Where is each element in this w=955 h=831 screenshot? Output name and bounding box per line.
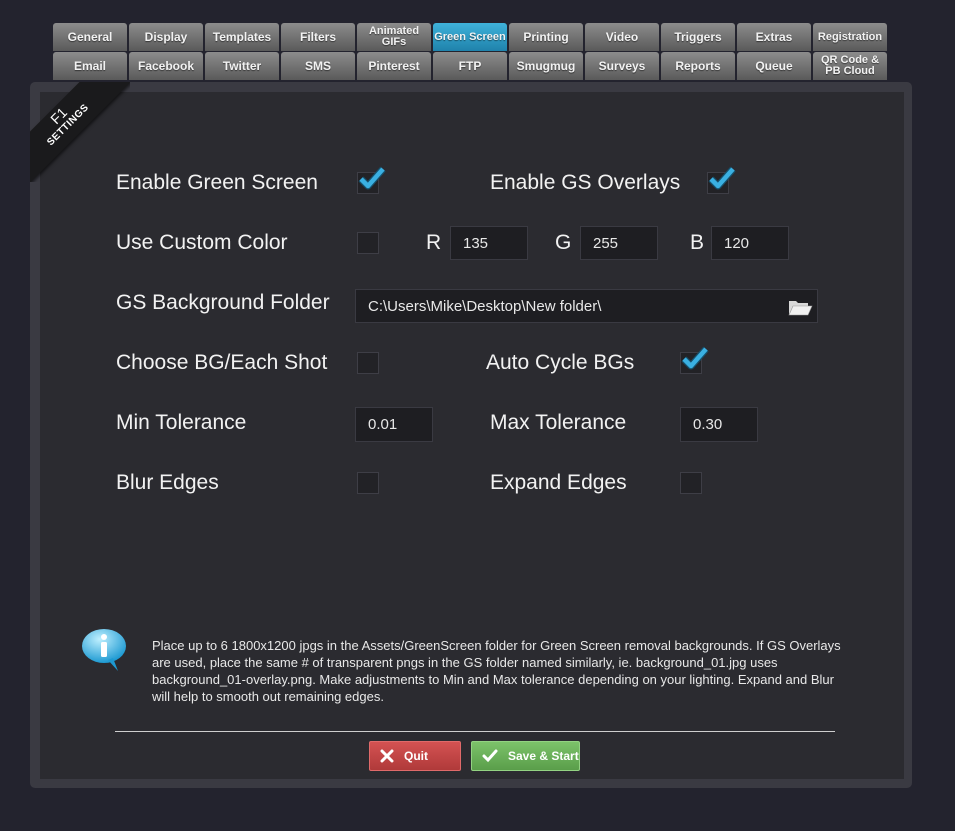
checkmark-icon	[358, 166, 386, 190]
quit-label: Quit	[404, 749, 428, 763]
tab-general[interactable]: General	[53, 23, 127, 51]
auto-cycle-bgs-checkbox[interactable]	[680, 346, 709, 374]
tab-ftp[interactable]: FTP	[433, 52, 507, 80]
tab-facebook[interactable]: Facebook	[129, 52, 203, 80]
r-input[interactable]: 135	[450, 226, 528, 260]
g-label: G	[555, 231, 572, 254]
max-tolerance-label: Max Tolerance	[490, 411, 627, 434]
tab-filters[interactable]: Filters	[281, 23, 355, 51]
info-icon	[82, 629, 126, 671]
tab-reports[interactable]: Reports	[661, 52, 735, 80]
choose-bg-each-shot-checkbox[interactable]	[357, 352, 379, 374]
use-custom-color-label: Use Custom Color	[116, 231, 288, 254]
tab-display[interactable]: Display	[129, 23, 203, 51]
tab-surveys[interactable]: Surveys	[585, 52, 659, 80]
gs-background-folder-input[interactable]: C:\Users\Mike\Desktop\New folder\	[355, 289, 818, 323]
tab-sms[interactable]: SMS	[281, 52, 355, 80]
enable-green-screen-label: Enable Green Screen	[116, 171, 318, 194]
quit-button[interactable]: Quit	[369, 741, 461, 771]
max-tolerance-input[interactable]: 0.30	[680, 407, 758, 442]
tab-extras[interactable]: Extras	[737, 23, 811, 51]
tab-smugmug[interactable]: Smugmug	[509, 52, 583, 80]
tab-row-1: General Display Templates Filters Animated G…	[53, 23, 889, 52]
gs-background-folder-path: C:\Users\Mike\Desktop\New folder\	[368, 297, 602, 315]
b-input[interactable]: 120	[711, 226, 789, 260]
expand-edges-checkbox[interactable]	[680, 472, 702, 494]
g-input[interactable]: 255	[580, 226, 658, 260]
tab-queue[interactable]: Queue	[737, 52, 811, 80]
close-icon	[380, 749, 394, 763]
tab-templates[interactable]: Templates	[205, 23, 279, 51]
tab-animated-gifs[interactable]: Animated GIFs	[357, 23, 431, 51]
checkmark-icon	[708, 166, 736, 190]
settings-ribbon: F1 SETTINGS	[30, 82, 130, 182]
checkmark-icon	[681, 346, 709, 370]
save-start-button[interactable]: Save & Start	[471, 741, 580, 771]
enable-green-screen-checkbox[interactable]	[357, 166, 386, 194]
tab-triggers[interactable]: Triggers	[661, 23, 735, 51]
auto-cycle-bgs-label: Auto Cycle BGs	[486, 351, 635, 374]
expand-edges-label: Expand Edges	[490, 471, 627, 494]
tab-green-screen[interactable]: Green Screen	[433, 23, 507, 51]
folder-open-icon[interactable]	[787, 297, 813, 317]
blur-edges-label: Blur Edges	[116, 471, 219, 494]
use-custom-color-checkbox[interactable]	[357, 232, 379, 254]
r-label: R	[426, 231, 442, 254]
checkmark-icon	[482, 749, 498, 763]
tab-qr-code-pb-cloud[interactable]: QR Code & PB Cloud	[813, 52, 887, 80]
tab-row-2: Email Facebook Twitter SMS Pinterest FTP Smugm…	[53, 52, 889, 81]
tab-printing[interactable]: Printing	[509, 23, 583, 51]
divider	[115, 731, 835, 732]
min-tolerance-input[interactable]: 0.01	[355, 407, 433, 442]
tab-twitter[interactable]: Twitter	[205, 52, 279, 80]
choose-bg-each-shot-label: Choose BG/Each Shot	[116, 351, 328, 374]
enable-gs-overlays-checkbox[interactable]	[707, 166, 736, 194]
save-start-label: Save & Start	[508, 749, 579, 763]
tab-email[interactable]: Email	[53, 52, 127, 80]
blur-edges-checkbox[interactable]	[357, 472, 379, 494]
tab-bar: General Display Templates Filters Animated G…	[53, 23, 889, 81]
tab-registration[interactable]: Registration	[813, 23, 887, 51]
gs-background-folder-label: GS Background Folder	[116, 291, 330, 314]
min-tolerance-label: Min Tolerance	[116, 411, 247, 434]
info-text: Place up to 6 1800x1200 jpgs in the Asse…	[152, 638, 841, 704]
tab-video[interactable]: Video	[585, 23, 659, 51]
tab-pinterest[interactable]: Pinterest	[357, 52, 431, 80]
enable-gs-overlays-label: Enable GS Overlays	[490, 171, 681, 194]
b-label: B	[690, 231, 705, 254]
